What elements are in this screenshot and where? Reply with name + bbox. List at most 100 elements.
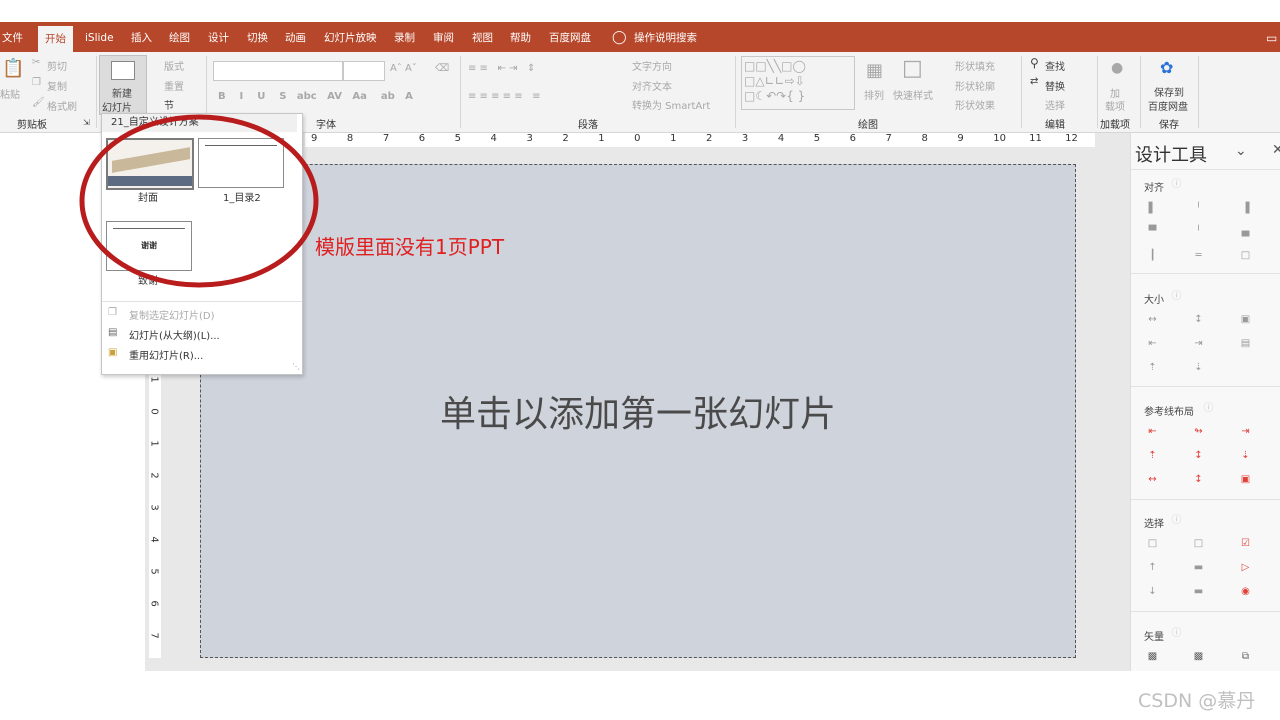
select-stack-icon[interactable]: ▬ — [1193, 586, 1204, 597]
select-up-icon[interactable]: ↑ — [1147, 562, 1158, 573]
copy-button[interactable]: 复制 — [47, 78, 67, 93]
ruler-tick-label: 1 — [148, 440, 160, 447]
clear-format-icon[interactable]: ⌫ — [435, 63, 449, 74]
tab-design[interactable]: 设计 — [208, 22, 229, 52]
align-middle-icon[interactable]: ╵ — [1193, 226, 1204, 237]
font-name-box[interactable] — [213, 61, 343, 81]
stretch-left-icon[interactable]: ⇤ — [1147, 338, 1158, 349]
select-down-icon[interactable]: ↓ — [1147, 586, 1158, 597]
new-slide-button[interactable]: 新建 幻灯片 — [99, 55, 147, 115]
same-size-icon[interactable]: ▣ — [1240, 314, 1251, 325]
guide-top-icon[interactable]: ⇡ — [1147, 450, 1158, 461]
tab-islide[interactable]: iSlide — [85, 22, 114, 52]
addins-group-label: 加载项 — [1100, 120, 1130, 131]
shape-effects-button[interactable]: 形状效果 — [955, 97, 995, 112]
align-top-icon[interactable]: ▀ — [1147, 226, 1158, 237]
guide-width-icon[interactable]: ↔ — [1147, 474, 1158, 485]
distribute-v-icon[interactable]: ═ — [1193, 250, 1204, 261]
menu-duplicate-slide[interactable]: 复制选定幻灯片(D) — [129, 307, 215, 322]
list-icons[interactable]: ≡ ≡ ⇤ ⇥ ⇕ — [468, 63, 535, 74]
format-painter-button[interactable]: 格式刷 — [47, 98, 77, 113]
guide-fit-icon[interactable]: ▣ — [1240, 474, 1251, 485]
paste-icon[interactable]: 📋 — [2, 58, 24, 79]
menu-reuse-slides[interactable]: 重用幻灯片(R)... — [129, 347, 203, 362]
select-similar-icon[interactable]: □ — [1147, 538, 1158, 549]
paste-button[interactable]: 粘贴 — [0, 86, 20, 101]
dropdown-divider — [102, 301, 302, 302]
tab-view[interactable]: 视图 — [472, 22, 493, 52]
window-restore-icon[interactable]: ▭ — [1266, 22, 1277, 52]
font-size-box[interactable] — [343, 61, 385, 81]
info-icon: ⓘ — [1203, 403, 1214, 414]
align-right-icon[interactable]: ▐ — [1240, 203, 1251, 214]
guide-left-icon[interactable]: ⇤ — [1147, 426, 1158, 437]
guide-right-icon[interactable]: ⇥ — [1240, 426, 1251, 437]
menu-slides-from-outline[interactable]: 幻灯片(从大纲)(L)... — [129, 327, 220, 342]
tab-draw[interactable]: 绘图 — [169, 22, 190, 52]
shape-outline-button[interactable]: 形状轮廓 — [955, 78, 995, 93]
match-size-icon[interactable]: □ — [1240, 250, 1251, 261]
shape-fill-button[interactable]: 形状填充 — [955, 58, 995, 73]
replace-button[interactable]: 替换 — [1045, 78, 1065, 93]
ruler-tick-label: 4 — [777, 133, 785, 144]
tab-transitions[interactable]: 切换 — [247, 22, 268, 52]
arrange-button[interactable]: 排列 — [864, 87, 884, 102]
guide-center-icon[interactable]: ↬ — [1193, 426, 1204, 437]
grow-font-icon[interactable]: Aˆ Aˇ — [390, 63, 417, 74]
tab-animations[interactable]: 动画 — [285, 22, 306, 52]
chevron-down-icon[interactable]: ⌄ — [1235, 143, 1247, 159]
text-direction-button[interactable]: 文字方向 — [632, 58, 672, 73]
ribbon-tab-bar: 文件 开始 iSlide 插入 绘图 设计 切换 动画 幻灯片放映 录制 审阅 … — [0, 22, 1280, 52]
quick-styles-button[interactable]: 快速样式 — [893, 87, 933, 102]
shapes-gallery[interactable]: □□╲╲□◯ □△∟∟⇨⇩ □☾↶↷{ } — [741, 56, 855, 110]
reset-button[interactable]: 重置 — [164, 78, 184, 93]
eye-icon[interactable]: ◉ — [1240, 586, 1251, 597]
tab-slideshow[interactable]: 幻灯片放映 — [324, 22, 377, 52]
tell-me-search[interactable]: 操作说明搜索 — [634, 22, 697, 52]
tab-review[interactable]: 审阅 — [433, 22, 454, 52]
same-width-icon[interactable]: ↔ — [1147, 314, 1158, 325]
font-format-icons[interactable]: B I U S abc AV Aa ab A — [218, 91, 413, 102]
same-height-icon[interactable]: ↕ — [1193, 314, 1204, 325]
select-button[interactable]: 选择 — [1045, 97, 1065, 112]
select-layer-icon[interactable]: ▬ — [1193, 562, 1204, 573]
section-button[interactable]: 节 — [164, 97, 174, 112]
tab-baidu[interactable]: 百度网盘 — [549, 22, 591, 52]
quick-styles-icon: □ — [902, 56, 923, 81]
select-pointer-icon[interactable]: ▷ — [1240, 562, 1251, 573]
distribute-h-icon[interactable]: ┃ — [1147, 250, 1158, 261]
tab-home[interactable]: 开始 — [38, 26, 73, 52]
tab-record[interactable]: 录制 — [394, 22, 415, 52]
stretch-right-icon[interactable]: ⇥ — [1193, 338, 1204, 349]
tab-help[interactable]: 帮助 — [510, 22, 531, 52]
layout-button[interactable]: 版式 — [164, 58, 184, 73]
guide-middle-icon[interactable]: ↕ — [1193, 450, 1204, 461]
tab-file[interactable]: 文件 — [2, 22, 23, 52]
vector-fragment-icon[interactable]: ⧉ — [1240, 651, 1251, 662]
close-icon[interactable]: ✕ — [1272, 142, 1280, 158]
stretch-top-icon[interactable]: ⇡ — [1147, 362, 1158, 373]
save-to-baidu-label-1[interactable]: 保存到 — [1154, 84, 1184, 99]
convert-smartart-button[interactable]: 转换为 SmartArt — [632, 97, 710, 112]
fit-icon[interactable]: ▤ — [1240, 338, 1251, 349]
resize-grip-icon[interactable]: ⋱ — [292, 362, 300, 371]
vector-union-icon[interactable]: ▩ — [1147, 651, 1158, 662]
vector-combine-icon[interactable]: ▩ — [1193, 651, 1204, 662]
align-text-button[interactable]: 对齐文本 — [632, 78, 672, 93]
guide-bottom-icon[interactable]: ⇣ — [1240, 450, 1251, 461]
save-to-baidu-label-2[interactable]: 百度网盘 — [1148, 98, 1188, 113]
select-check-icon[interactable]: ☑ — [1240, 538, 1251, 549]
ruler-tick-label: 3 — [526, 133, 533, 144]
stretch-bottom-icon[interactable]: ⇣ — [1193, 362, 1204, 373]
align-center-icon[interactable]: ╵ — [1193, 203, 1204, 214]
slide-placeholder-text[interactable]: 单击以添加第一张幻灯片 — [201, 385, 1075, 437]
align-bottom-icon[interactable]: ▄ — [1240, 226, 1251, 237]
align-icons[interactable]: ≡ ≡ ≡ ≡ ≡ ≡ — [468, 91, 541, 102]
find-button[interactable]: 查找 — [1045, 58, 1065, 73]
guide-height-icon[interactable]: ↕ — [1193, 474, 1204, 485]
align-left-icon[interactable]: ▌ — [1147, 203, 1158, 214]
cut-button[interactable]: 剪切 — [47, 58, 67, 73]
select-same-icon[interactable]: □ — [1193, 538, 1204, 549]
tab-insert[interactable]: 插入 — [131, 22, 152, 52]
addins-label-2[interactable]: 载项 — [1105, 98, 1125, 113]
